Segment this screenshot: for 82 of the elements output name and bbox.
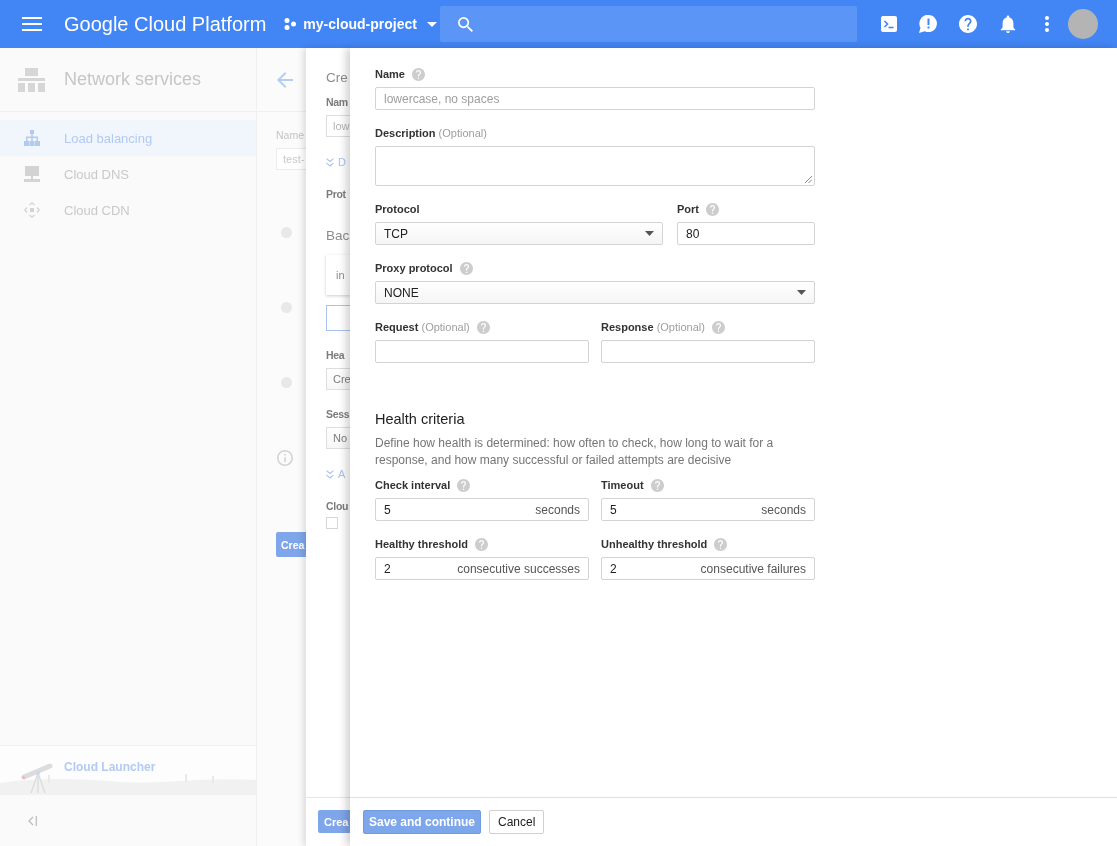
field-label: Unhealthy threshold xyxy=(601,538,708,550)
checkbox[interactable] xyxy=(326,517,338,529)
promo-title: Cloud Launcher xyxy=(64,760,156,774)
project-icon xyxy=(284,18,297,30)
input-field[interactable] xyxy=(375,340,589,363)
dropdown[interactable]: Cre xyxy=(326,368,350,390)
project-selector[interactable]: my-cloud-project xyxy=(284,16,437,32)
info-icon xyxy=(277,449,293,466)
monitor-icon xyxy=(24,166,40,182)
unit-label: consecutive failures xyxy=(700,561,806,576)
field-label: Timeout xyxy=(601,479,644,491)
search-field[interactable] xyxy=(440,6,857,42)
speech-bubble-icon[interactable] xyxy=(919,15,937,33)
help-icon[interactable] xyxy=(714,537,728,551)
help-icon[interactable] xyxy=(706,202,719,216)
help-icon[interactable] xyxy=(457,478,471,492)
help-icon[interactable] xyxy=(476,320,490,334)
expand-link[interactable]: D xyxy=(326,154,350,170)
field-label: Check interval xyxy=(375,479,451,491)
double-chevron-icon xyxy=(326,469,334,479)
telescope-icon xyxy=(20,762,54,794)
field-label: Response (Optional) xyxy=(601,321,705,333)
more-icon[interactable] xyxy=(1045,16,1049,32)
help-icon[interactable] xyxy=(711,320,725,334)
list-card: in xyxy=(326,255,350,295)
cancel-button[interactable]: Cancel xyxy=(489,810,545,834)
section-heading: Bac xyxy=(326,227,350,245)
field-label: Port xyxy=(677,203,699,215)
field-label: Sess xyxy=(326,407,350,421)
resize-grip-icon xyxy=(805,176,812,183)
hierarchy-icon xyxy=(24,130,40,146)
textarea-field[interactable] xyxy=(375,146,815,186)
primary-button[interactable]: Crea xyxy=(318,810,350,833)
menu-icon[interactable] xyxy=(22,17,42,31)
unit-label: seconds xyxy=(535,502,580,517)
primary-button[interactable]: Crea xyxy=(276,532,306,557)
section-description: Define how health is determined: how often to check, how long to wait for a response, and how many successful or failed attempts are decisive xyxy=(375,435,775,469)
field-label: Protocol xyxy=(375,203,420,215)
field-label: Proxy protocol xyxy=(375,262,453,274)
dropdown[interactable]: No xyxy=(326,427,350,449)
dropdown[interactable]: TCP xyxy=(375,222,663,245)
caret-icon xyxy=(426,21,437,27)
caret-icon xyxy=(797,290,806,295)
field-label: Description (Optional) xyxy=(375,127,487,139)
collapse-icon[interactable] xyxy=(28,815,37,826)
help-icon[interactable] xyxy=(474,537,488,551)
expand-link[interactable]: A xyxy=(326,466,350,482)
field-label: Request (Optional) xyxy=(375,321,470,333)
sidebar-item[interactable]: Load balancing xyxy=(0,120,256,156)
unit-label: seconds xyxy=(761,502,806,517)
caret-icon xyxy=(645,231,654,236)
field-label: Hea xyxy=(326,348,346,362)
input-field[interactable]: 5 seconds xyxy=(601,498,815,521)
field-label: Healthy threshold xyxy=(375,538,468,550)
double-chevron-icon xyxy=(326,157,334,167)
input-field[interactable]: 5 seconds xyxy=(375,498,589,521)
field-label: Prot xyxy=(326,187,347,201)
help-icon[interactable] xyxy=(650,478,664,492)
terminal-icon[interactable] xyxy=(881,16,897,32)
unit-label: consecutive successes xyxy=(457,561,580,576)
help-icon[interactable] xyxy=(959,15,977,33)
input-field[interactable]: 2 consecutive failures xyxy=(601,557,815,580)
panel-title: Cre xyxy=(326,69,349,87)
dropdown[interactable]: NONE xyxy=(375,281,815,304)
input-field[interactable] xyxy=(601,340,815,363)
search-icon xyxy=(458,16,473,32)
hierarchy-icon xyxy=(18,67,45,92)
section-heading: Health criteria xyxy=(375,410,466,428)
field-label: Clou xyxy=(326,499,350,513)
field-label: Name xyxy=(375,68,405,80)
app-title: Google Cloud Platform xyxy=(64,12,267,36)
help-icon[interactable] xyxy=(411,67,425,81)
field-label: Nam xyxy=(326,95,349,109)
back-arrow-icon[interactable] xyxy=(277,71,293,88)
input-field[interactable]: lowercase, no spaces xyxy=(375,87,815,110)
bell-icon[interactable] xyxy=(999,15,1017,33)
avatar[interactable] xyxy=(1068,9,1098,39)
input-field[interactable]: 80 xyxy=(677,222,815,245)
help-icon[interactable] xyxy=(459,261,473,275)
arrows-icon xyxy=(24,202,40,218)
promo-banner[interactable]: Cloud Launcher xyxy=(0,745,256,795)
input-field[interactable]: 2 consecutive successes xyxy=(375,557,589,580)
